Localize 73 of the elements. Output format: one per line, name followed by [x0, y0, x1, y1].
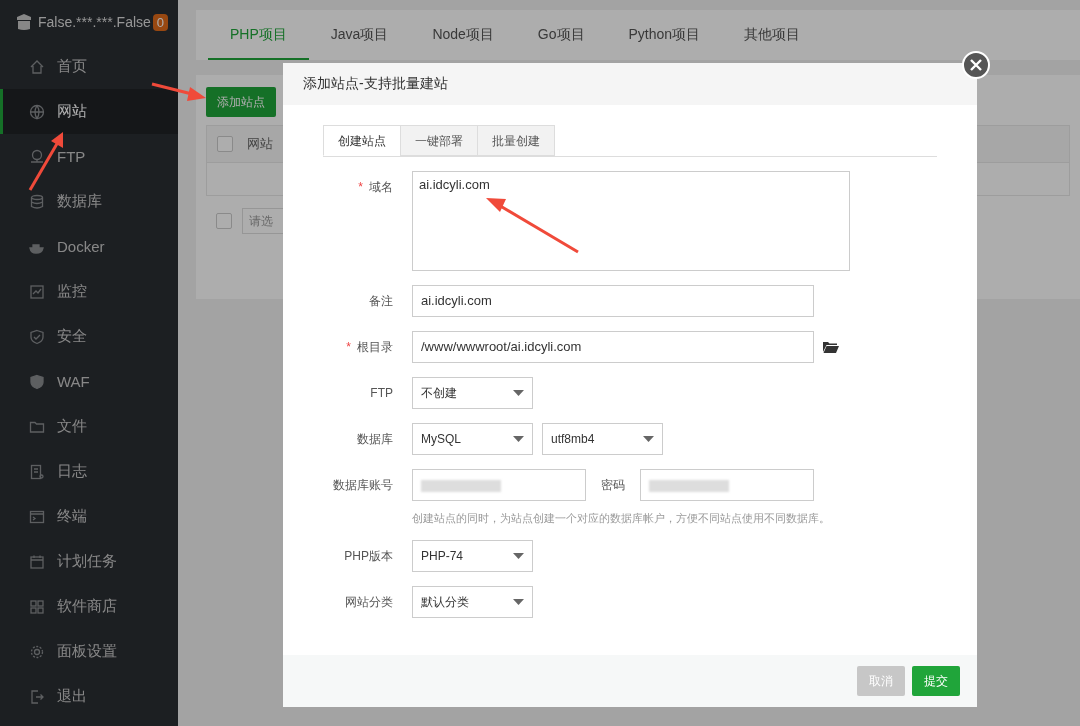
sidebar-item[interactable]: 日志: [0, 449, 178, 494]
field-label: 域名: [369, 178, 393, 196]
project-tab[interactable]: Python项目: [606, 10, 723, 60]
project-tab[interactable]: PHP项目: [208, 10, 309, 60]
checkbox[interactable]: [216, 213, 232, 229]
project-tab[interactable]: Java项目: [308, 10, 411, 60]
sidebar-item[interactable]: 首页: [0, 44, 178, 89]
sidebar-item[interactable]: 监控: [0, 269, 178, 314]
sidebar-item[interactable]: 终端: [0, 494, 178, 539]
sidebar-item[interactable]: 面板设置: [0, 629, 178, 674]
dialog-title: 添加站点-支持批量建站: [303, 75, 448, 93]
field-label: 网站分类: [345, 593, 393, 611]
redacted-input-field[interactable]: [412, 469, 586, 501]
calendar-icon: [29, 553, 45, 570]
terminal-icon: [29, 508, 45, 525]
monitor-icon: [29, 283, 45, 300]
field-label: 密码: [601, 476, 625, 494]
add-site-button[interactable]: 添加站点: [206, 87, 276, 117]
folder-icon[interactable]: [823, 341, 839, 353]
sidebar-item[interactable]: 文件: [0, 404, 178, 449]
log-icon: [29, 463, 45, 480]
sidebar-item[interactable]: 计划任务: [0, 539, 178, 584]
field-label: FTP: [370, 386, 393, 400]
close-icon: [970, 59, 982, 71]
caret-icon: [643, 436, 654, 442]
db-icon: [29, 193, 45, 210]
hint-text: 创建站点的同时，为站点创建一个对应的数据库帐户，方便不同站点使用不同数据库。: [412, 511, 830, 526]
server-icon: [16, 13, 32, 31]
caret-icon: [513, 390, 524, 396]
caret-icon: [513, 599, 524, 605]
domain-textarea[interactable]: ai.idcyli.com: [412, 171, 850, 271]
column-header: 网站: [247, 135, 273, 153]
caret-icon: [513, 553, 524, 559]
sidebar-item[interactable]: WAF: [0, 359, 178, 404]
sidebar-item[interactable]: 软件商店: [0, 584, 178, 629]
sidebar-item[interactable]: 退出: [0, 674, 178, 719]
field-label: PHP版本: [344, 547, 393, 565]
project-tab[interactable]: Go项目: [515, 10, 607, 60]
field-label: 备注: [369, 292, 393, 310]
select-dropdown[interactable]: MySQL: [412, 423, 533, 455]
submit-button[interactable]: 提交: [912, 666, 960, 696]
home-icon: [29, 58, 45, 75]
gear-icon: [29, 643, 45, 660]
select-dropdown[interactable]: 默认分类: [412, 586, 533, 618]
dialog-tab[interactable]: 创建站点: [323, 125, 401, 156]
exit-icon: [29, 688, 45, 705]
dialog-tab[interactable]: 一键部署: [400, 125, 478, 156]
required-mark: *: [358, 180, 363, 194]
field-label: 根目录: [357, 338, 393, 356]
project-tab[interactable]: 其他项目: [722, 10, 823, 60]
sidebar-item[interactable]: Docker: [0, 224, 178, 269]
input-field[interactable]: ai.idcyli.com: [412, 285, 814, 317]
checkbox[interactable]: [217, 136, 233, 152]
field-label: 数据库账号: [333, 476, 393, 494]
sidebar-item[interactable]: 安全: [0, 314, 178, 359]
select-dropdown[interactable]: 不创建: [412, 377, 533, 409]
dialog-tab[interactable]: 批量创建: [477, 125, 555, 156]
annotation-arrow: [151, 82, 206, 101]
sidebar-item[interactable]: 网站: [0, 89, 178, 134]
sidebar-item[interactable]: 数据库: [0, 179, 178, 224]
server-name: False.***.***.False: [38, 14, 151, 30]
input-field[interactable]: /www/wwwroot/ai.idcyli.com: [412, 331, 814, 363]
project-tab[interactable]: Node项目: [410, 10, 516, 60]
caret-icon: [513, 436, 524, 442]
required-mark: *: [346, 340, 351, 354]
field-label: 数据库: [357, 430, 393, 448]
select-dropdown[interactable]: PHP-74: [412, 540, 533, 572]
select-dropdown[interactable]: utf8mb4: [542, 423, 663, 455]
notification-badge: 0: [152, 13, 169, 31]
shield-icon: [29, 328, 45, 345]
apps-icon: [29, 598, 45, 615]
redacted-input-field[interactable]: [640, 469, 814, 501]
globe-icon: [29, 103, 45, 120]
